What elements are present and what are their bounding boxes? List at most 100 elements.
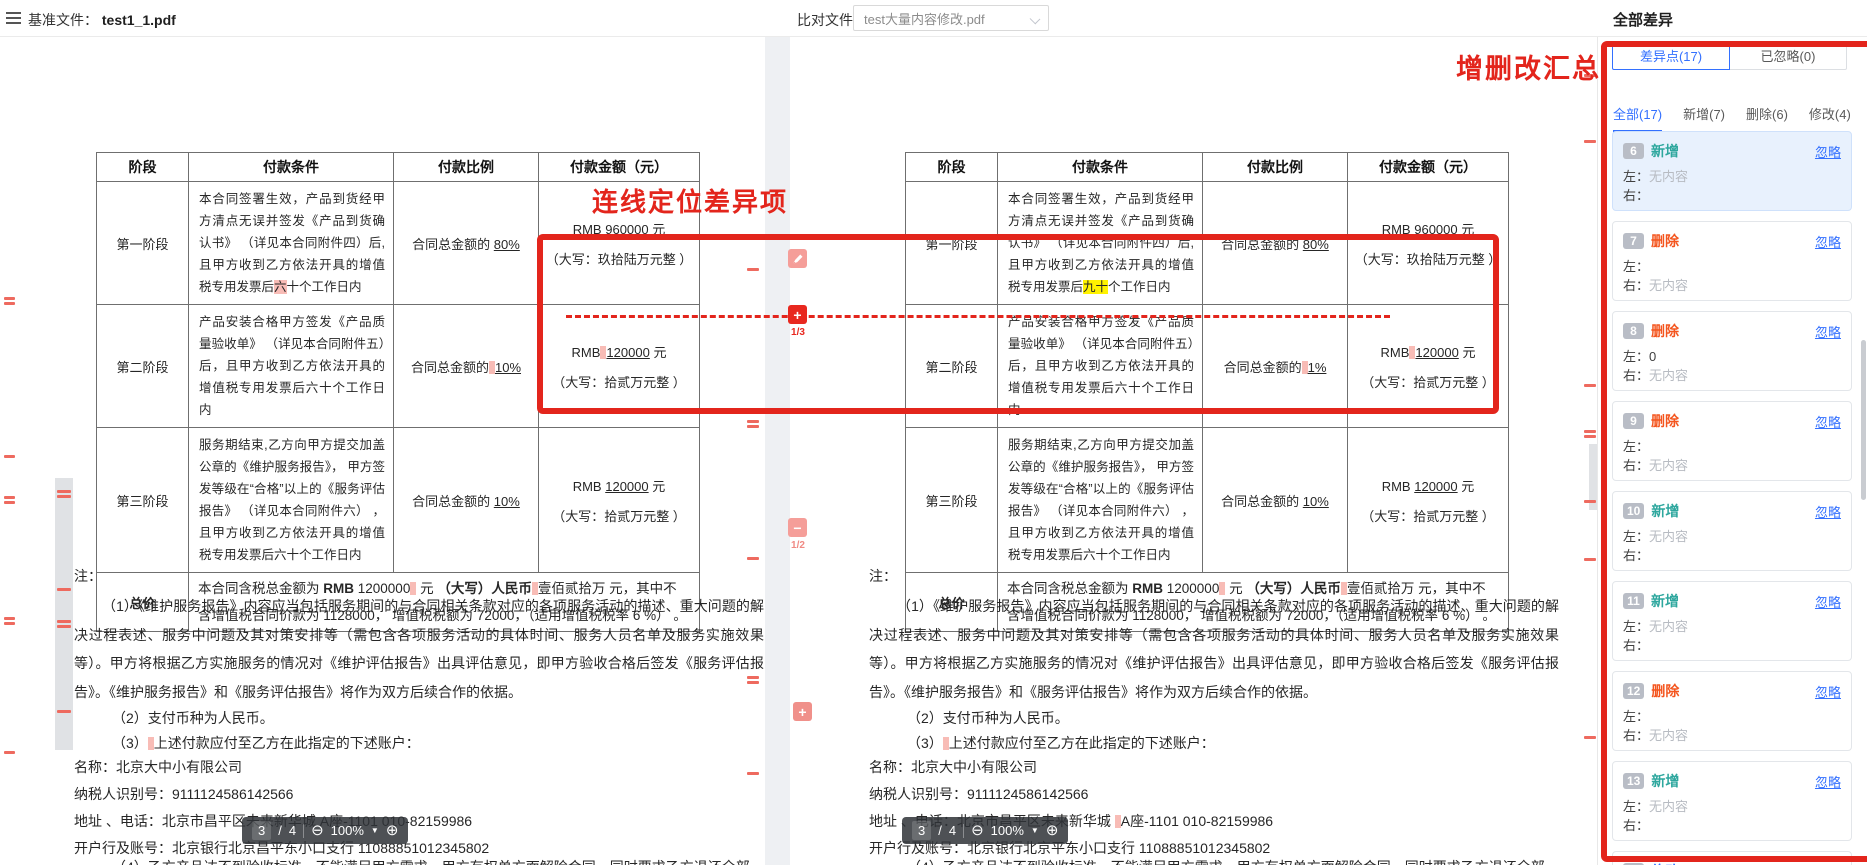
filter-added[interactable]: 新增(7) [1683,104,1725,133]
diff-add-counter: 1/3 [787,327,809,338]
account-name-left: 名称：北京大中小有限公司 [74,757,242,777]
ignore-link[interactable]: 忽略 [1815,862,1841,865]
col-header-ratio: 付款比例 [1203,153,1348,182]
ignore-link[interactable]: 忽略 [1815,592,1841,611]
pane-divider-gutter [765,0,790,865]
diff-type-label: 删除 [1651,231,1679,251]
diff-card-7[interactable]: 7删除忽略 左： 右：无内容 [1612,221,1852,301]
table-row: 第三阶段 服务期结束,乙方向甲方提交加盖公章的《维护服务报告》， 甲方签发等级在… [97,428,700,573]
note-3-right: （3）上述付款应付至乙方在此指定的下述账户： [907,733,1215,753]
diff-index-badge: 12 [1623,683,1644,699]
page-toolbar-right: 3 / 4 ⊖ 100% ▼ ⊕ [902,817,1068,844]
compare-file-select[interactable]: test大量内容修改.pdf [853,5,1049,31]
diff-add-jump-icon[interactable]: + [788,305,807,324]
diff-remove-counter: 1/2 [787,540,809,551]
diff-right-value: 无内容 [1649,728,1688,743]
base-file-caption: 基准文件： [28,12,98,28]
diff-type-label: 新增 [1651,501,1679,521]
ignore-link[interactable]: 忽略 [1815,322,1841,341]
diff-type-label: 删除 [1651,681,1679,701]
top-header-bar: 基准文件： test1_1.pdf 比对文件： test大量内容修改.pdf 全… [0,0,1867,37]
zoom-out-icon[interactable]: ⊖ [311,823,324,838]
diff-right-value: 无内容 [1649,278,1688,293]
diff-index-badge: 8 [1623,323,1644,339]
note-1-left: （1）《维护服务报告》内容应当包括服务期间的与合同相关条款对应的各项服务活动的描… [74,592,764,706]
zoom-in-icon[interactable]: ⊕ [1046,823,1059,838]
filter-all[interactable]: 全部(17) [1613,104,1662,133]
base-file-label: 基准文件： test1_1.pdf [28,10,176,30]
ignore-link[interactable]: 忽略 [1815,142,1841,161]
ignore-link[interactable]: 忽略 [1815,412,1841,431]
diff-index-badge: 6 [1623,143,1644,159]
note-4-left: （4）乙方产品达不到验收标准，不能满足甲方需求，甲方有权单方面解除合同，同时要求… [112,857,750,865]
account-name-right: 名称：北京大中小有限公司 [869,757,1037,777]
filter-deleted[interactable]: 删除(6) [1746,104,1788,133]
pen-icon [792,253,804,265]
notes-label-left: 注： [74,566,102,586]
col-header-amount: 付款金额（元） [1348,153,1509,182]
diff-remove-jump-icon[interactable]: − [788,518,807,537]
zoom-out-icon[interactable]: ⊖ [971,823,984,838]
ignore-link[interactable]: 忽略 [1815,232,1841,251]
diff-left-value: 无内容 [1649,619,1688,634]
diff-left-value: 无内容 [1649,169,1688,184]
caret-down-icon[interactable]: ▼ [1031,826,1039,835]
tab-ignored[interactable]: 已忽略(0) [1730,43,1847,70]
annotate-pen-icon[interactable] [788,249,807,268]
payment-table-right: 阶段 付款条件 付款比例 付款金额（元） 第一阶段 本合同签署生效，产品到货经甲… [905,152,1509,632]
diff-card-14[interactable]: 14修改忽略 左： 右： [1612,851,1852,865]
annotation-summary-text: 增删改汇总 [1456,47,1601,86]
diff-left-value: 无内容 [1649,799,1688,814]
diff-card-11[interactable]: 11新增忽略 左：无内容 右： [1612,581,1852,661]
page-number-input[interactable]: 3 [252,821,271,840]
zoom-level: 100% [991,823,1024,838]
diff-index-badge: 11 [1623,593,1644,609]
diff-card-list: 6新增忽略 左：无内容 右： 7删除忽略 左： 右：无内容 8删除忽略 左：0 … [1612,131,1852,865]
diff-type-label: 删除 [1651,411,1679,431]
filter-modified[interactable]: 修改(4) [1809,104,1851,133]
diff-add-jump-icon[interactable]: + [793,702,812,721]
diff-card-6[interactable]: 6新增忽略 左：无内容 右： [1612,131,1852,211]
col-header-stage: 阶段 [97,153,189,182]
diff-type-label: 新增 [1651,141,1679,161]
menu-icon[interactable] [6,12,21,24]
note-4-right: （4）乙方产品达不到验收标准，不能满足甲方需求，甲方有权单方面解除合同，同时要求… [907,857,1545,865]
zoom-in-icon[interactable]: ⊕ [386,823,399,838]
ignore-link[interactable]: 忽略 [1815,682,1841,701]
deleted-char-highlight: 六 [274,280,287,294]
ignore-link[interactable]: 忽略 [1815,502,1841,521]
diff-type-label: 新增 [1651,591,1679,611]
diff-index-badge: 10 [1623,503,1644,519]
page-total: 4 [289,823,296,838]
diff-index-badge: 7 [1623,233,1644,249]
toolbar-divider [303,824,304,838]
diff-card-12[interactable]: 12删除忽略 左： 右：无内容 [1612,671,1852,751]
table-row: 第二阶段 产品安装合格甲方签发《产品质量验收单》 （详见本合同附件五）后，且甲方… [906,305,1509,428]
diff-card-10[interactable]: 10新增忽略 左：无内容 右： [1612,491,1852,571]
note-2-left: （2）支付币种为人民币。 [112,708,274,728]
diff-type-label: 删除 [1651,321,1679,341]
diff-left-value: 0 [1649,349,1656,364]
annotation-connector-text: 连线定位差异项 [592,182,788,219]
sidebar-tabs: 差异点(17) 已忽略(0) [1612,43,1847,70]
diff-card-13[interactable]: 13新增忽略 左：无内容 右： [1612,761,1852,841]
sidebar-title: 全部差异 [1613,9,1673,30]
added-char-highlight: 九十 [1083,280,1108,294]
account-tax-right: 纳税人识别号：9111124586142566 [869,784,1088,804]
diff-type-label: 修改 [1651,861,1679,865]
note-1-right: （1）《维护服务报告》内容应当包括服务期间的与合同相关条款对应的各项服务活动的描… [869,592,1559,706]
ignore-link[interactable]: 忽略 [1815,772,1841,791]
diff-right-value: 无内容 [1649,368,1688,383]
toolbar-divider [963,824,964,838]
zoom-level: 100% [331,823,364,838]
caret-down-icon[interactable]: ▼ [371,826,379,835]
page-number-input[interactable]: 3 [912,821,931,840]
diff-index-badge: 9 [1623,413,1644,429]
tab-diff-points[interactable]: 差异点(17) [1612,43,1730,70]
diff-card-9[interactable]: 9删除忽略 左： 右：无内容 [1612,401,1852,481]
col-header-stage: 阶段 [906,153,998,182]
page-separator: / [938,823,942,838]
sidebar-scrollbar[interactable] [1861,340,1866,500]
diff-card-8[interactable]: 8删除忽略 左：0 右：无内容 [1612,311,1852,391]
payment-table-left: 阶段 付款条件 付款比例 付款金额（元） 第一阶段 本合同签署生效，产品到货经甲… [96,152,700,632]
